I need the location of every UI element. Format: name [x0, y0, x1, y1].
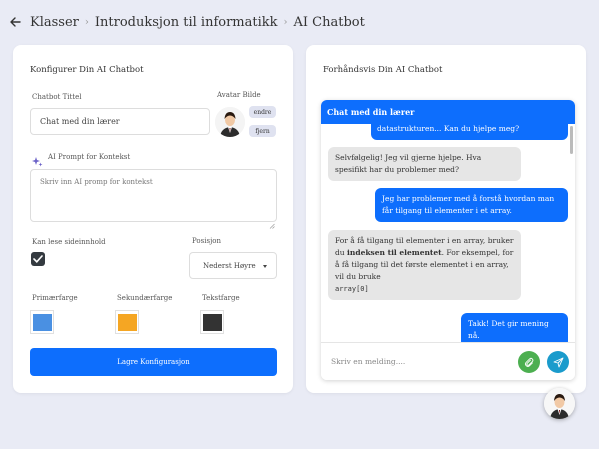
config-title: Konfigurer Din AI Chatbot [30, 65, 144, 75]
preview-title: Forhåndsvis Din AI Chatbot [323, 65, 443, 75]
text-color-label: Tekstfarge [202, 294, 240, 302]
back-arrow-icon[interactable] [8, 15, 22, 29]
chatbot-launcher-avatar[interactable] [544, 388, 575, 419]
breadcrumb-separator-icon: › [84, 16, 89, 28]
position-select-value: Nederst Høyre [203, 261, 256, 270]
avatar-image [215, 107, 245, 137]
prompt-label: AI Prompt for Kontekst [48, 153, 131, 161]
breadcrumb-current: AI Chatbot [293, 14, 365, 30]
message-bot-bold: indeksen til elementet [347, 248, 442, 257]
secondary-color-swatch [117, 313, 137, 331]
message-bot: Selvfølgelig! Jeg vil gjerne hjelpe. Hva… [328, 147, 521, 181]
message-bot: For å få tilgang til elementer i en arra… [328, 230, 521, 300]
sparkle-icon [32, 152, 43, 167]
breadcrumb: Klasser › Introduksjon til informatikk ›… [0, 0, 599, 44]
secondary-color-label: Sekundærfarge [117, 294, 173, 302]
position-label: Posisjon [192, 237, 221, 245]
save-configuration-button[interactable]: Lagre Konfigurasjon [30, 348, 277, 376]
paperclip-icon[interactable] [518, 351, 540, 373]
prompt-textarea[interactable]: Skriv inn AI promp for kontekst [30, 169, 277, 222]
message-bot-code: array[0] [335, 285, 369, 293]
position-select[interactable]: Nederst Høyre [189, 252, 277, 279]
message-user: Jeg har problemer med å forstå hvordan m… [375, 188, 568, 222]
primary-color-label: Primærfarge [32, 294, 78, 302]
message-user: datastrukturen... Kan du hjelpe meg? [371, 124, 568, 140]
secondary-color-picker[interactable] [115, 310, 139, 334]
send-icon[interactable] [547, 351, 569, 373]
preview-card: Forhåndsvis Din AI Chatbot Chat med din … [306, 45, 586, 393]
chevron-down-icon [263, 265, 267, 268]
chat-header: Chat med din lærer [321, 100, 575, 124]
text-color-swatch [202, 313, 222, 331]
chat-input-bar: Skriv en melding.... [321, 342, 575, 380]
primary-color-picker[interactable] [30, 310, 54, 334]
chatbot-title-label: Chatbot Tittel [32, 93, 82, 101]
breadcrumb-course[interactable]: Introduksjon til informatikk [95, 15, 278, 30]
message-list[interactable]: datastrukturen... Kan du hjelpe meg? Sel… [321, 124, 575, 342]
read-page-label: Kan lese sideinnhold [32, 238, 106, 246]
remove-avatar-button[interactable]: fjern [249, 125, 276, 137]
chat-window: Chat med din lærer datastrukturen... Kan… [321, 100, 575, 380]
resize-handle-icon[interactable] [269, 214, 275, 229]
read-page-checkbox[interactable] [31, 252, 45, 266]
chat-scrollbar[interactable] [570, 126, 573, 154]
breadcrumb-separator-icon: › [283, 16, 288, 28]
text-color-picker[interactable] [200, 310, 224, 334]
message-input[interactable]: Skriv en melding.... [331, 357, 405, 366]
chatbot-title-input[interactable]: Chat med din lærer [30, 108, 210, 135]
avatar-label: Avatar Bilde [217, 91, 261, 99]
message-user: Takk! Det gir mening nå. [461, 313, 568, 342]
primary-color-swatch [32, 313, 52, 331]
config-card: Konfigurer Din AI Chatbot Chatbot Tittel… [13, 45, 293, 393]
change-avatar-button[interactable]: endre [249, 106, 276, 118]
breadcrumb-classes[interactable]: Klasser [30, 15, 79, 30]
